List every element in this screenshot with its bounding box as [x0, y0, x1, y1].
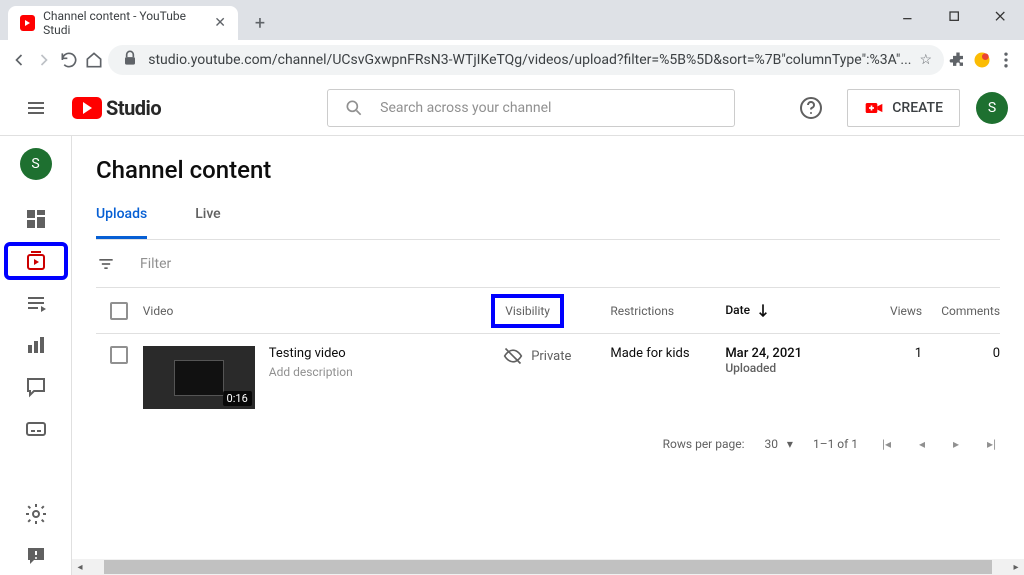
filter-icon[interactable]	[96, 254, 116, 274]
sidebar-settings[interactable]	[4, 495, 68, 533]
pagination: Rows per page: 30 ▾ 1–1 of 1 |◂ ◂ ▸ ▸|	[96, 421, 1000, 467]
create-button[interactable]: CREATE	[847, 89, 960, 127]
sort-down-icon	[753, 301, 773, 321]
column-restrictions[interactable]: Restrictions	[610, 304, 725, 318]
close-window-button[interactable]	[978, 0, 1024, 34]
column-views[interactable]: Views	[852, 304, 922, 318]
column-date[interactable]: Date	[725, 301, 852, 321]
last-page-button[interactable]: ▸|	[983, 433, 1000, 455]
table-row[interactable]: 0:16 Testing video Add description Priva…	[96, 334, 1000, 421]
sidebar-dashboard[interactable]	[4, 200, 68, 238]
tab-uploads[interactable]: Uploads	[96, 206, 147, 239]
extension-badge-icon[interactable]	[972, 46, 992, 74]
views-value: 1	[852, 346, 922, 409]
video-description: Add description	[269, 365, 353, 379]
prev-page-button[interactable]: ◂	[915, 433, 929, 455]
video-title: Testing video	[269, 346, 353, 361]
filter-label[interactable]: Filter	[140, 256, 171, 272]
table-header: Video Visibility Restrictions Date Views…	[96, 288, 1000, 334]
row-checkbox[interactable]	[110, 346, 128, 364]
youtube-favicon	[20, 15, 35, 31]
reload-button[interactable]	[58, 44, 79, 76]
page-title: Channel content	[96, 156, 1000, 184]
account-avatar[interactable]: S	[976, 92, 1008, 124]
next-page-button[interactable]: ▸	[949, 433, 963, 455]
back-button[interactable]	[8, 44, 29, 76]
search-input[interactable]: Search across your channel	[327, 89, 735, 127]
logo-text: Studio	[106, 96, 161, 120]
help-button[interactable]	[791, 88, 831, 128]
browser-menu-icon[interactable]	[996, 46, 1016, 74]
home-button[interactable]	[83, 44, 104, 76]
horizontal-scrollbar[interactable]: ◂ ▸	[72, 559, 1024, 575]
create-icon	[864, 98, 884, 118]
create-label: CREATE	[892, 100, 943, 116]
column-comments[interactable]: Comments	[922, 304, 1000, 318]
rows-per-page-label: Rows per page:	[663, 437, 745, 451]
url-text: studio.youtube.com/channel/UCsvGxwpnFRsN…	[148, 52, 911, 68]
select-all-checkbox[interactable]	[110, 302, 128, 320]
column-visibility[interactable]: Visibility	[503, 294, 610, 328]
private-icon	[503, 346, 523, 366]
lock-icon	[120, 48, 140, 72]
sidebar-feedback[interactable]	[4, 537, 68, 575]
rows-per-page-select[interactable]: 30 ▾	[765, 437, 793, 451]
video-duration: 0:16	[223, 391, 252, 406]
date-value: Mar 24, 2021	[725, 346, 852, 361]
page-range: 1–1 of 1	[813, 437, 858, 451]
menu-button[interactable]	[16, 88, 56, 128]
minimize-button[interactable]	[886, 0, 932, 34]
video-thumbnail[interactable]: 0:16	[143, 346, 255, 409]
search-icon	[344, 98, 364, 118]
youtube-icon	[72, 97, 102, 119]
date-sub: Uploaded	[725, 361, 852, 375]
forward-button[interactable]	[33, 44, 54, 76]
sidebar-comments[interactable]	[4, 368, 68, 406]
maximize-button[interactable]	[932, 0, 978, 34]
extensions-icon[interactable]	[948, 46, 968, 74]
first-page-button[interactable]: |◂	[878, 433, 895, 455]
tab-live[interactable]: Live	[195, 206, 220, 239]
restrictions-value: Made for kids	[610, 346, 725, 409]
channel-avatar[interactable]: S	[20, 148, 52, 180]
column-video[interactable]: Video	[143, 304, 503, 318]
sidebar-content[interactable]	[4, 242, 68, 280]
studio-logo[interactable]: Studio	[72, 96, 161, 120]
sidebar-playlists[interactable]	[4, 284, 68, 322]
new-tab-button[interactable]: +	[246, 9, 274, 37]
browser-tab[interactable]: Channel content - YouTube Studi ✕	[8, 6, 238, 40]
sidebar-subtitles[interactable]	[4, 410, 68, 448]
comments-value: 0	[922, 346, 1000, 409]
address-bar[interactable]: studio.youtube.com/channel/UCsvGxwpnFRsN…	[108, 45, 944, 75]
tab-title: Channel content - YouTube Studi	[43, 9, 206, 37]
close-tab-icon[interactable]: ✕	[214, 15, 226, 31]
search-placeholder: Search across your channel	[380, 100, 551, 116]
sidebar-analytics[interactable]	[4, 326, 68, 364]
visibility-value: Private	[531, 349, 571, 364]
bookmark-icon[interactable]: ☆	[919, 52, 932, 68]
